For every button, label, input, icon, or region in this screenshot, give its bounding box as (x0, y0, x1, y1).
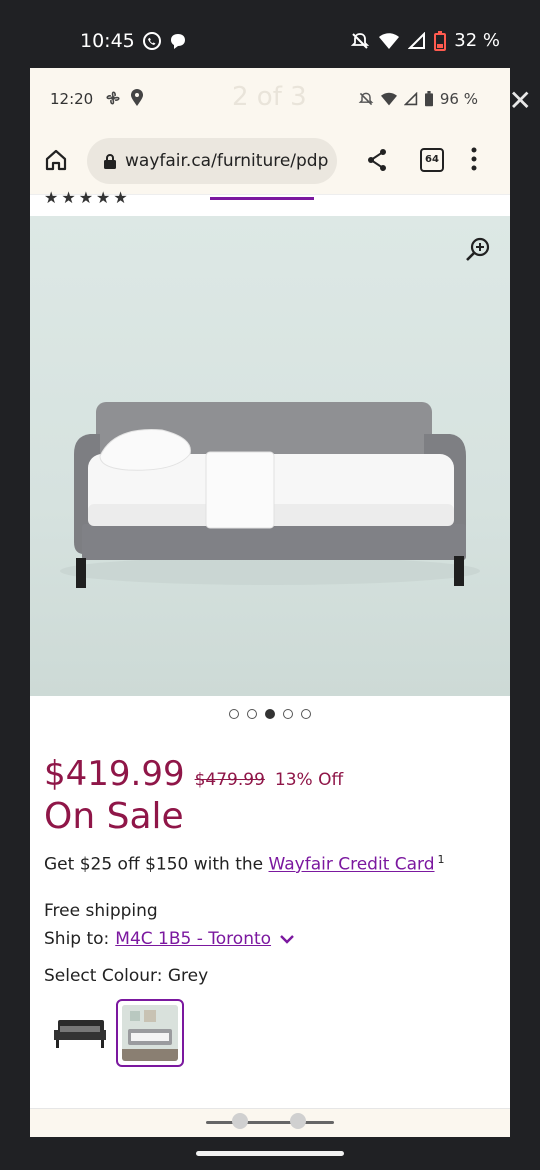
chevron-down-icon[interactable] (277, 932, 297, 946)
daybed-illustration (60, 402, 480, 588)
discount-percent: 13% Off (274, 770, 344, 790)
outer-battery-text: 32 % (454, 30, 500, 51)
share-button[interactable] (366, 148, 388, 176)
outer-status-bar: 10:45 32 % (0, 0, 540, 68)
original-price: $479.99 (194, 770, 265, 790)
mute-icon (358, 92, 374, 106)
share-icon (368, 149, 386, 171)
battery-low-icon (434, 30, 447, 51)
gesture-navigation-bar[interactable] (196, 1151, 344, 1156)
home-button[interactable] (44, 148, 68, 176)
whatsapp-icon (143, 32, 161, 50)
browser-bottom-bar (30, 1109, 510, 1137)
credit-offer-text: Get $25 off $150 with the (44, 854, 269, 875)
sale-price: $419.99 (44, 754, 185, 794)
carousel-dot-active[interactable] (265, 709, 275, 719)
chat-bubble-icon (171, 34, 185, 49)
tab-switcher-button[interactable]: 64 (420, 148, 444, 172)
inner-battery-text: 96 % (439, 90, 478, 108)
product-image[interactable] (30, 216, 510, 696)
carousel-dots (30, 704, 510, 723)
browser-toolbar: wayfair.ca/furniture/pdp 64 (30, 128, 510, 194)
lock-icon (104, 154, 116, 169)
battery-icon (424, 91, 433, 107)
inner-time: 12:20 (50, 90, 94, 108)
url-text: wayfair.ca/furniture/pdp (125, 151, 329, 171)
ship-to-row: Ship to: M4C 1B5 - Toronto (44, 929, 297, 949)
carousel-dot[interactable] (301, 709, 311, 719)
colour-swatch-black[interactable] (50, 1008, 110, 1058)
price-row: $419.99 $479.99 13% Off (44, 754, 343, 794)
address-bar[interactable]: wayfair.ca/furniture/pdp (87, 138, 337, 184)
free-shipping-label: Free shipping (44, 901, 158, 921)
location-pin-icon (131, 89, 143, 106)
grey-daybed-thumbnail (122, 1005, 178, 1061)
signal-icon (403, 92, 418, 106)
more-menu-button[interactable] (470, 146, 478, 176)
mute-icon (351, 32, 370, 49)
active-tab-underline (210, 197, 314, 200)
partial-header-strip: ★★★★★ (30, 188, 510, 217)
more-vertical-icon (471, 147, 477, 171)
carousel-dot[interactable] (283, 709, 293, 719)
inner-status-bar: 12:20 2 of 3 96 % (30, 68, 510, 128)
scroll-indicator (206, 1121, 334, 1124)
ship-to-label: Ship to: (44, 929, 110, 949)
black-daybed-thumbnail (54, 1020, 106, 1048)
scroll-handle[interactable] (232, 1113, 248, 1129)
close-viewer-button[interactable]: ✕ (509, 84, 532, 117)
home-icon (45, 149, 67, 171)
image-counter: 2 of 3 (232, 82, 307, 112)
credit-footnote[interactable]: 1 (438, 853, 445, 866)
room-scene-thumbnail (122, 1005, 178, 1061)
wifi-icon (380, 92, 397, 106)
wifi-icon (379, 32, 400, 49)
fan-icon (106, 91, 120, 105)
signal-icon (408, 31, 426, 49)
scroll-handle[interactable] (290, 1113, 306, 1129)
carousel-dot[interactable] (247, 709, 257, 719)
colour-swatch-grey[interactable] (116, 999, 184, 1067)
on-sale-label: On Sale (44, 796, 184, 837)
ship-to-location-link[interactable]: M4C 1B5 - Toronto (115, 929, 271, 949)
outer-time: 10:45 (80, 30, 135, 52)
rating-stars-icon: ★★★★★ (44, 188, 131, 207)
credit-card-link[interactable]: Wayfair Credit Card (269, 855, 435, 875)
credit-offer: Get $25 off $150 with the Wayfair Credit… (44, 853, 445, 875)
select-colour-label: Select Colour: Grey (44, 966, 209, 986)
screenshot-frame: 12:20 2 of 3 96 % wayfair.ca/furniture/p… (30, 68, 510, 1137)
carousel-dot[interactable] (229, 709, 239, 719)
